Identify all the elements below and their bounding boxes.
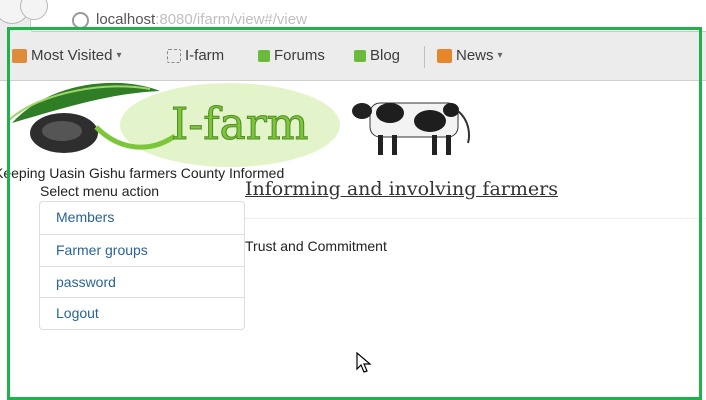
url-path: :8080/ifarm/view#/view — [155, 11, 307, 28]
bookmark-blog[interactable]: Blog — [354, 47, 400, 64]
mouse-cursor-icon — [356, 352, 372, 373]
menu-item-members[interactable]: Members — [40, 202, 244, 233]
page-icon — [167, 48, 181, 63]
hero-heading[interactable]: Informing and involving farmers — [245, 178, 558, 200]
site-banner: I-farm — [7, 82, 470, 167]
cow-icon — [352, 102, 470, 155]
bookmark-forums-label: Forums — [274, 47, 325, 64]
bookmark-ifarm-label: I-farm — [185, 47, 225, 64]
bookmark-ifarm[interactable]: I-farm — [167, 47, 224, 64]
trust-text: Trust and Commitment — [245, 238, 387, 254]
bookmark-most-visited[interactable]: Most Visited ▾ — [12, 47, 121, 64]
bookmark-icon — [258, 49, 270, 62]
bookmark-icon — [354, 49, 366, 62]
bookmarks-toolbar: Most Visited ▾ I-farm Forums Blog News ▾ — [0, 34, 706, 81]
bookmark-most-visited-label: Most Visited — [31, 47, 113, 64]
logo-text: I-farm — [171, 99, 309, 150]
browser-url-bar: localhost:8080/ifarm/view#/view — [0, 0, 706, 34]
menu-item-logout[interactable]: Logout — [40, 297, 244, 328]
chevron-down-icon: ▾ — [497, 50, 503, 61]
divider — [245, 218, 706, 219]
folder-icon — [12, 48, 27, 63]
site-tagline: Keeping Uasin Gishu farmers County Infor… — [0, 165, 285, 181]
rss-icon — [437, 48, 452, 63]
chevron-down-icon: ▾ — [116, 50, 122, 61]
bookmark-blog-label: Blog — [370, 47, 401, 64]
toolbar-separator — [424, 46, 425, 68]
page-content: I-farm Keeping Uasin Gishu farmers Count… — [0, 81, 706, 388]
menu-item-farmer-groups[interactable]: Farmer groups — [40, 234, 244, 265]
bookmark-news-label: News — [456, 47, 494, 64]
menu-caption: Select menu action — [40, 183, 160, 199]
bookmark-forums[interactable]: Forums — [258, 47, 325, 64]
url-host: localhost — [96, 11, 156, 28]
url-text[interactable]: localhost:8080/ifarm/view#/view — [96, 12, 307, 27]
action-menu: Members Farmer groups password Logout — [39, 201, 245, 330]
bookmark-news[interactable]: News ▾ — [437, 47, 503, 64]
globe-icon — [72, 12, 89, 29]
menu-item-password[interactable]: password — [40, 266, 244, 297]
